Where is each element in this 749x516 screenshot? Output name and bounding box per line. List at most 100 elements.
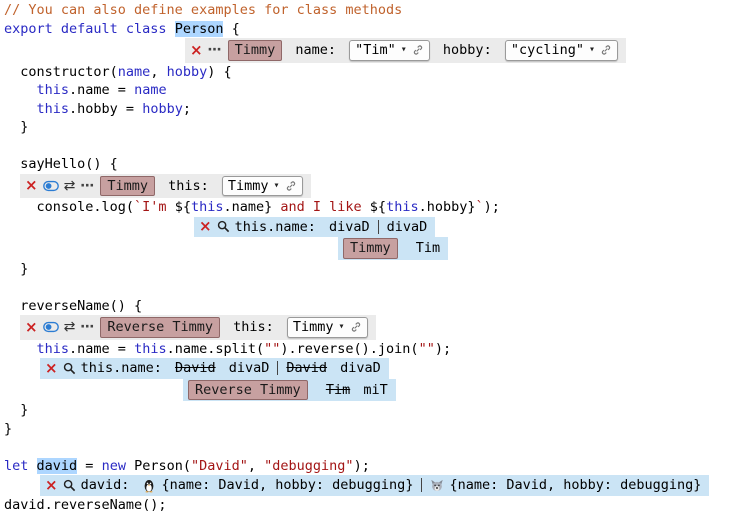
code-line: this.name = name [4, 81, 749, 100]
code-token: david [37, 458, 78, 474]
inline-result: Reverse Timmy Tim miT [183, 379, 396, 402]
value-dropdown[interactable]: "cycling"▾ [505, 40, 618, 61]
code-token: ) { [207, 64, 231, 80]
result-value: {name: David, hobby: debugging} [449, 476, 701, 495]
code-token: ); [435, 341, 451, 357]
close-icon[interactable]: × [45, 361, 58, 376]
penguin-emoji-icon [142, 478, 156, 493]
code-token: sayHello() { [4, 156, 118, 172]
code-token: name [118, 64, 151, 80]
link-icon [600, 44, 612, 56]
swap-icon[interactable]: ⇄ [64, 179, 76, 193]
field-label: name: [287, 41, 344, 60]
code-token: .hobby [419, 199, 468, 215]
code-token: this [386, 199, 419, 215]
search-icon[interactable] [63, 479, 76, 492]
result-value: miT [355, 381, 388, 400]
code-token: .name = [69, 341, 134, 357]
code-token: .name.split( [167, 341, 265, 357]
toggle-icon[interactable] [43, 180, 59, 192]
code-token: = [77, 458, 101, 474]
inline-result: ×david: {name: David, hobby: debugging}{… [40, 475, 709, 496]
search-icon[interactable] [63, 362, 76, 375]
result-label: david: [81, 476, 138, 495]
code-token: .name [223, 199, 264, 215]
code-token: "" [419, 341, 435, 357]
field-label: hobby: [435, 41, 500, 60]
result-value: divaD [221, 359, 270, 378]
swap-icon[interactable]: ⇄ [64, 320, 76, 334]
chevron-down-icon: ▾ [274, 177, 280, 196]
example-tag[interactable]: Timmy [228, 40, 283, 61]
inline-result-line: Timmy Tim [4, 237, 749, 260]
example-tag[interactable]: Reverse Timmy [100, 317, 220, 338]
link-icon [412, 44, 424, 56]
code-token: this [37, 82, 70, 98]
close-icon[interactable]: × [25, 320, 38, 335]
result-value: divaD [332, 359, 381, 378]
code-token: `I'm [134, 199, 175, 215]
code-token: ` [476, 199, 484, 215]
example-tag[interactable]: Timmy [100, 176, 155, 197]
chevron-down-icon: ▾ [401, 41, 407, 60]
code-token: } [4, 421, 12, 437]
code-token: .name = [69, 82, 134, 98]
code-token: Person [175, 21, 224, 37]
search-icon[interactable] [217, 220, 230, 233]
result-value: Tim [416, 239, 440, 258]
code-token [4, 101, 37, 117]
value-dropdown[interactable]: Timmy ▾ [287, 317, 368, 338]
code-line: let david = new Person("David", "debuggi… [4, 457, 749, 476]
code-token: "" [264, 341, 280, 357]
value-divider [378, 220, 379, 234]
result-value: divaD [387, 218, 428, 237]
close-icon[interactable]: × [45, 478, 58, 493]
blank-line [4, 438, 749, 457]
code-line: } [4, 401, 749, 420]
chevron-down-icon: ▾ [589, 41, 595, 60]
example-tag[interactable]: Reverse Timmy [188, 380, 308, 401]
close-icon[interactable]: × [190, 43, 203, 58]
inline-result: ×this.name: divaDdivaD [194, 217, 435, 238]
code-token: hobby [167, 64, 208, 80]
value-divider [277, 361, 278, 375]
example-widget: × ⇄ ⋯ Timmy this: Timmy▾ [20, 174, 311, 199]
code-line: this.hobby = hobby; [4, 100, 749, 119]
close-icon[interactable]: × [199, 219, 212, 234]
code-token: ${ [370, 199, 386, 215]
code-token: } [4, 261, 28, 277]
field-label: this: [225, 318, 282, 337]
close-icon[interactable]: × [25, 178, 38, 193]
code-line: } [4, 420, 749, 439]
toggle-icon[interactable] [43, 321, 59, 333]
more-icon[interactable]: ⋯ [208, 43, 223, 57]
inline-result: ×this.name: David divaDDavid divaD [40, 358, 389, 379]
code-token: console.log( [4, 199, 134, 215]
more-icon[interactable]: ⋯ [80, 320, 95, 334]
more-icon[interactable]: ⋯ [80, 179, 95, 193]
example-widget-line: × ⇄ ⋯ Reverse Timmy this: Timmy ▾ [4, 315, 749, 340]
link-icon [285, 180, 297, 192]
result-value: David [286, 359, 327, 378]
example-widget: × ⋯ Timmy name: "Tim"▾ hobby: "cycling"▾ [185, 38, 626, 63]
code-line: export default class Person { [4, 20, 749, 39]
example-widget-line: × ⇄ ⋯ Timmy this: Timmy▾ [4, 174, 749, 199]
field-label: this: [160, 177, 217, 196]
code-token: and I like [272, 199, 370, 215]
code-line: reverseName() { [4, 297, 749, 316]
code-token: } [4, 119, 28, 135]
inline-result: Timmy Tim [338, 237, 448, 260]
wolf-emoji-icon [430, 478, 444, 493]
value-dropdown[interactable]: "Tim"▾ [349, 40, 430, 61]
dropdown-value: Timmy [293, 318, 334, 337]
inline-result-line: ×this.name: David divaDDavid divaD [4, 358, 749, 379]
code-editor: // You can also define examples for clas… [0, 0, 749, 516]
example-widget-line: × ⋯ Timmy name: "Tim"▾ hobby: "cycling"▾ [4, 38, 749, 63]
code-token: } [467, 199, 475, 215]
code-token: new [102, 458, 126, 474]
value-dropdown[interactable]: Timmy▾ [222, 176, 303, 197]
chevron-down-icon: ▾ [339, 318, 345, 337]
code-token: reverseName() { [4, 298, 142, 314]
code-token: let [4, 458, 28, 474]
example-tag[interactable]: Timmy [343, 238, 398, 259]
